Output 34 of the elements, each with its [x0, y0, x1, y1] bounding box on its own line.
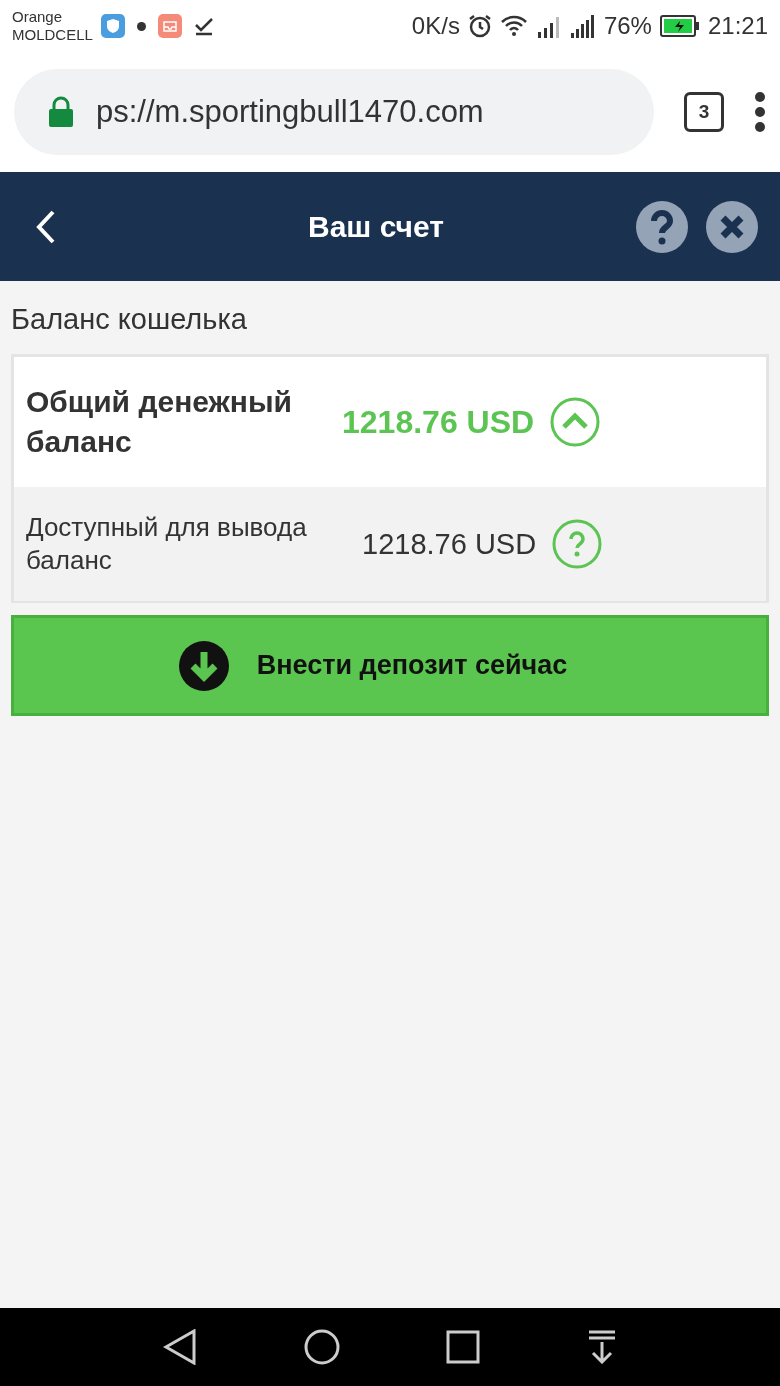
- close-icon[interactable]: [706, 200, 758, 253]
- lock-icon: [48, 96, 74, 128]
- recents-icon[interactable]: [446, 1330, 481, 1364]
- shield-icon: [100, 14, 125, 38]
- back-icon[interactable]: [36, 209, 56, 244]
- dot-icon: [136, 21, 146, 31]
- tab-count-button[interactable]: 3: [684, 92, 724, 132]
- download-icon: [178, 640, 229, 691]
- network-speed: 0K/s: [411, 12, 460, 40]
- section-title: Баланс кошелька: [11, 302, 248, 337]
- menu-icon[interactable]: [754, 92, 766, 132]
- deposit-button[interactable]: Внести депозит сейчас: [11, 615, 769, 716]
- balance-label: Доступный для вывода баланс: [26, 511, 308, 577]
- signal-icon: [569, 14, 596, 38]
- inbox-icon: [157, 14, 182, 38]
- battery-icon: [659, 15, 700, 37]
- carrier-name: Orange: [12, 8, 64, 26]
- back-nav-icon[interactable]: [163, 1329, 198, 1365]
- balance-label: Общий денежный баланс: [26, 384, 293, 460]
- home-icon[interactable]: [303, 1329, 340, 1365]
- address-bar[interactable]: ps://m.sportingbull1470.com: [14, 69, 654, 155]
- help-icon[interactable]: [636, 200, 688, 253]
- page-title: Ваш счет: [307, 209, 445, 244]
- clock: 21:21: [707, 12, 768, 40]
- signal-icon: [535, 14, 562, 38]
- notification-pull-icon[interactable]: [586, 1330, 617, 1364]
- balance-amount: 1218.76 USD: [362, 527, 537, 561]
- url-text: ps://m.sportingbull1470.com: [96, 94, 484, 130]
- wifi-icon: [499, 15, 528, 37]
- alarm-icon: [467, 14, 492, 38]
- balance-amount: 1218.76 USD: [342, 403, 535, 441]
- carrier-name: MOLDCELL: [12, 26, 93, 44]
- download-done-icon: [193, 16, 214, 36]
- battery-percent: 76%: [603, 12, 652, 40]
